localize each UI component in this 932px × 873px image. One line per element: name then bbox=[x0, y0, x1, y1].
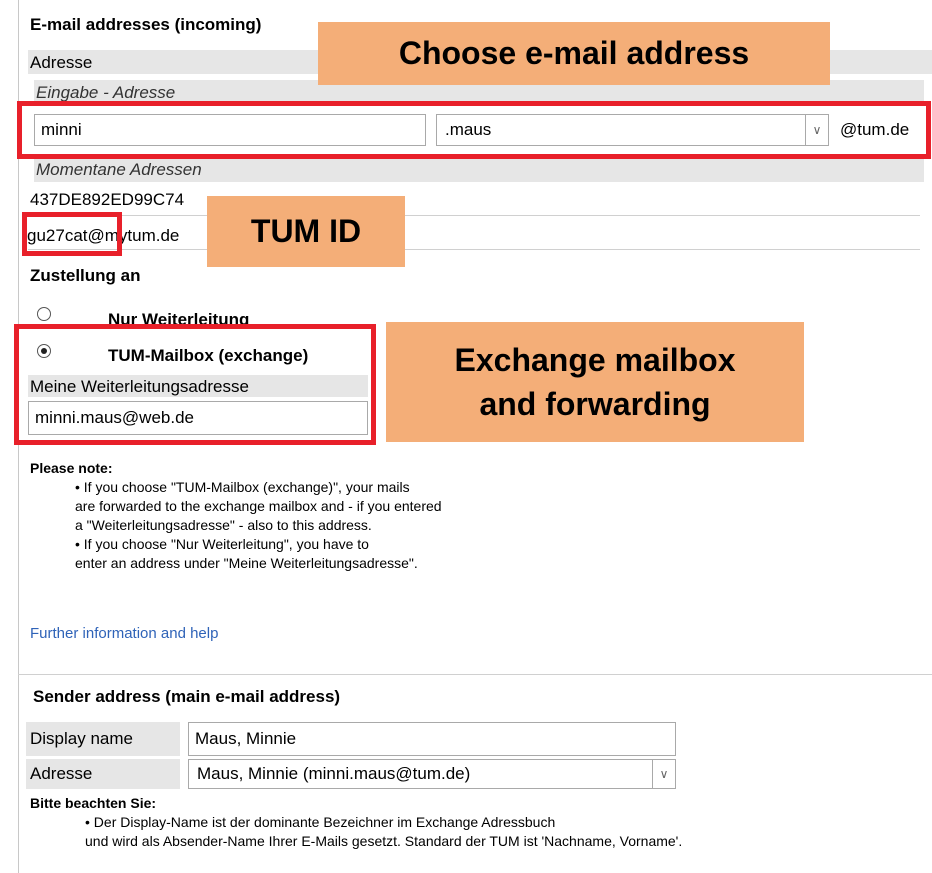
current-address-item: 437DE892ED99C74 bbox=[30, 190, 185, 209]
callout-tum-id: TUM ID bbox=[207, 196, 405, 267]
delivery-section-title: Zustellung an bbox=[30, 266, 141, 285]
highlight-box-delivery bbox=[14, 324, 376, 445]
sender-adresse-label: Adresse bbox=[30, 764, 93, 783]
note-line: enter an address under "Meine Weiterleit… bbox=[75, 555, 418, 571]
momentane-header-row: Momentane Adressen bbox=[34, 158, 924, 182]
adresse-label: Adresse bbox=[30, 53, 93, 72]
section-divider bbox=[18, 674, 932, 675]
note-heading: Please note: bbox=[30, 460, 113, 476]
callout-exchange-forwarding: Exchange mailbox and forwarding bbox=[386, 322, 804, 442]
callout-choose-address: Choose e-mail address bbox=[318, 22, 830, 85]
note-line: • If you choose "TUM-Mailbox (exchange)"… bbox=[75, 479, 410, 495]
address-divider bbox=[28, 215, 920, 216]
note-line: are forwarded to the exchange mailbox an… bbox=[75, 498, 442, 514]
sender-address-select[interactable]: Maus, Minnie (minni.maus@tum.de) ∨ bbox=[188, 759, 676, 789]
sender-hint-heading: Bitte beachten Sie: bbox=[30, 795, 157, 811]
sender-hint-line: • Der Display-Name ist der dominante Bez… bbox=[85, 814, 556, 830]
note-line: • If you choose "Nur Weiterleitung", you… bbox=[75, 536, 369, 552]
help-link[interactable]: Further information and help bbox=[30, 625, 218, 642]
display-name-input[interactable] bbox=[188, 722, 676, 756]
sender-section-title: Sender address (main e-mail address) bbox=[33, 687, 341, 706]
address-divider bbox=[28, 249, 920, 250]
sender-hint-block: Bitte beachten Sie: • Der Display-Name i… bbox=[30, 794, 682, 851]
sender-hint-line: und wird als Absender-Name Ihrer E-Mails… bbox=[85, 833, 683, 849]
sender-adresse-label-cell: Adresse bbox=[26, 759, 180, 789]
sender-address-select-value: Maus, Minnie (minni.maus@tum.de) bbox=[197, 764, 471, 783]
momentane-label: Momentane Adressen bbox=[36, 160, 202, 179]
note-block: Please note: • If you choose "TUM-Mailbo… bbox=[30, 459, 442, 573]
callout-exchange-line: and forwarding bbox=[479, 386, 711, 422]
eingabe-label: Eingabe - Adresse bbox=[36, 83, 176, 102]
display-name-label-cell: Display name bbox=[26, 722, 180, 756]
highlight-box-address-input bbox=[17, 101, 931, 159]
note-line: a "Weiterleitungsadresse" - also to this… bbox=[75, 517, 372, 533]
chevron-down-icon[interactable]: ∨ bbox=[652, 760, 675, 788]
radio-nur-weiterleitung[interactable] bbox=[37, 307, 51, 321]
highlight-box-tum-id bbox=[22, 212, 122, 256]
incoming-section-title: E-mail addresses (incoming) bbox=[30, 15, 262, 34]
callout-exchange-line: Exchange mailbox bbox=[454, 342, 736, 378]
display-name-label: Display name bbox=[30, 729, 133, 748]
